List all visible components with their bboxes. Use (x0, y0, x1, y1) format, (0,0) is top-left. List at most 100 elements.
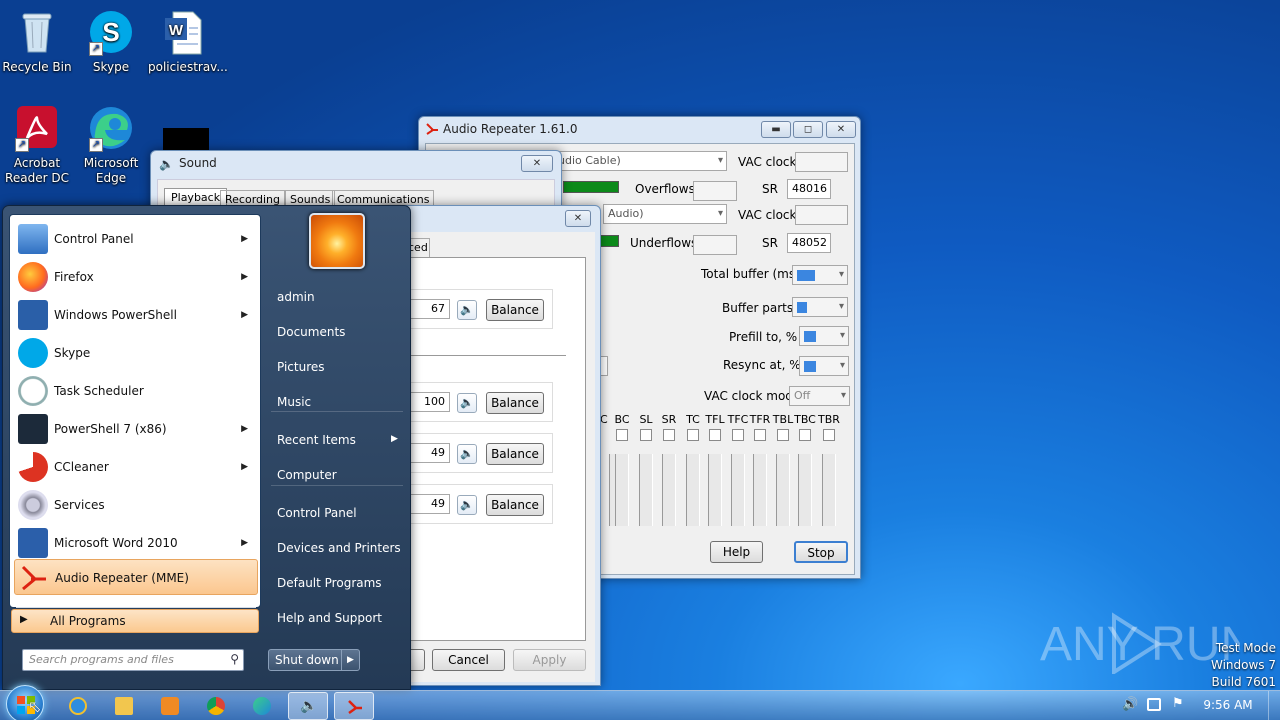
channel-slider[interactable] (822, 454, 836, 526)
maximize-button[interactable]: ◻ (793, 121, 823, 138)
search-box[interactable]: Search programs and files ⚲ (22, 649, 244, 671)
start-menu-place[interactable]: Help and Support (271, 603, 407, 633)
level-value-field[interactable]: 49 (410, 494, 450, 514)
channel-slider[interactable] (798, 454, 812, 526)
taskbar-edge[interactable] (242, 692, 282, 720)
search-input[interactable]: Search programs and files (29, 653, 174, 666)
desktop-icon-acrobat[interactable]: ↗ Acrobat Reader DC (0, 104, 74, 186)
show-desktop-button[interactable] (1268, 691, 1280, 720)
start-menu-place[interactable]: Documents (271, 317, 407, 347)
start-menu-place[interactable]: Default Programs (271, 568, 407, 598)
start-menu-item-label: Skype (54, 346, 91, 360)
mute-speaker-icon[interactable]: 🔈 (457, 393, 477, 413)
channel-slider[interactable] (639, 454, 653, 526)
start-menu-item[interactable]: Firefox ▶ (14, 259, 258, 295)
start-menu-place[interactable]: Control Panel (271, 498, 407, 528)
output-device-select[interactable]: Audio) (603, 204, 727, 224)
clock[interactable]: 9:56 AM (1200, 698, 1256, 712)
channel-checkbox[interactable] (687, 429, 699, 441)
word-icon (18, 528, 48, 558)
start-menu-item-label: Control Panel (54, 232, 134, 246)
input-device-select[interactable]: udio Cable) (553, 151, 727, 171)
help-button[interactable]: Help (710, 541, 763, 563)
prefill-select[interactable] (799, 326, 849, 346)
start-menu-item[interactable]: Skype (14, 335, 258, 371)
cancel-button[interactable]: Cancel (432, 649, 505, 671)
channel-slider[interactable] (686, 454, 700, 526)
start-menu-place[interactable]: Music (271, 387, 407, 417)
resync-label: Resync at, % (723, 358, 801, 372)
stop-button[interactable]: Stop (794, 541, 848, 563)
resync-select[interactable] (799, 356, 849, 376)
start-menu-place[interactable]: Recent Items (271, 425, 407, 455)
network-tray-icon[interactable] (1147, 698, 1161, 711)
channel-checkbox[interactable] (777, 429, 789, 441)
level-value-field[interactable]: 67 (410, 299, 450, 319)
desktop-icon-word-doc[interactable]: W policiestrav... (148, 8, 228, 75)
start-menu-item[interactable]: Task Scheduler (14, 373, 258, 409)
taskbar-audio-repeater[interactable] (334, 692, 374, 720)
search-icon: ⚲ (230, 652, 239, 666)
desktop-icon-label: Skype (92, 60, 130, 74)
desktop-icon-recycle-bin[interactable]: Recycle Bin (0, 8, 74, 75)
all-programs-button[interactable]: ▶ All Programs (11, 609, 259, 633)
channel-checkbox[interactable] (823, 429, 835, 441)
channel-checkbox[interactable] (799, 429, 811, 441)
start-menu-item[interactable]: Services (14, 487, 258, 523)
channel-slider[interactable] (662, 454, 676, 526)
vac-clock-mode-select[interactable]: Off (789, 386, 850, 406)
start-menu-item[interactable]: Windows PowerShell ▶ (14, 297, 258, 333)
buffer-parts-select[interactable] (792, 297, 848, 317)
level-value-field[interactable]: 100 (410, 392, 450, 412)
mute-speaker-icon[interactable]: 🔈 (457, 495, 477, 515)
start-menu-item[interactable]: Microsoft Word 2010 ▶ (14, 525, 258, 561)
channel-slider[interactable] (731, 454, 745, 526)
taskbar-explorer[interactable] (104, 692, 144, 720)
start-menu-place[interactable]: Devices and Printers (271, 533, 407, 563)
start-menu-item[interactable]: Audio Repeater (MME) (14, 559, 258, 595)
ok-button-partial[interactable] (410, 649, 425, 671)
input-level-meter (563, 181, 619, 193)
total-buffer-select[interactable] (792, 265, 848, 285)
close-button[interactable]: ✕ (826, 121, 856, 138)
channel-slider[interactable] (615, 454, 629, 526)
channel-slider[interactable] (708, 454, 722, 526)
balance-button[interactable]: Balance (486, 443, 544, 465)
channel-checkbox[interactable] (709, 429, 721, 441)
desktop-black-icon[interactable] (163, 128, 209, 150)
channel-slider[interactable] (776, 454, 790, 526)
mute-speaker-icon[interactable]: 🔈 (457, 444, 477, 464)
start-menu-item[interactable]: CCleaner ▶ (14, 449, 258, 485)
desktop-icon-edge[interactable]: ↗ Microsoft Edge (74, 104, 148, 186)
channel-checkbox[interactable] (616, 429, 628, 441)
close-button[interactable]: ✕ (565, 210, 591, 227)
volume-tray-icon[interactable]: 🔊 (1122, 697, 1138, 712)
level-value-field[interactable]: 49 (410, 443, 450, 463)
balance-button[interactable]: Balance (486, 494, 544, 516)
taskbar-sound[interactable]: 🔈 (288, 692, 328, 720)
submenu-arrow-icon: ▶ (241, 234, 248, 244)
user-picture[interactable] (309, 213, 365, 269)
minimize-button[interactable]: ▬ (761, 121, 791, 138)
desktop-icon-skype[interactable]: S ↗ Skype (74, 8, 148, 75)
sr-out-label: SR (762, 236, 778, 250)
channel-checkbox[interactable] (640, 429, 652, 441)
channel-checkbox[interactable] (663, 429, 675, 441)
taskbar-chrome[interactable] (196, 692, 236, 720)
start-menu-place[interactable]: admin (271, 282, 407, 312)
channel-checkbox[interactable] (732, 429, 744, 441)
start-menu-item[interactable]: Control Panel ▶ (14, 221, 258, 257)
close-button[interactable]: ✕ (521, 155, 553, 172)
start-menu-item[interactable]: PowerShell 7 (x86) ▶ (14, 411, 258, 447)
start-menu-place[interactable]: Pictures (271, 352, 407, 382)
channel-slider[interactable] (753, 454, 767, 526)
taskbar-ie[interactable] (58, 692, 98, 720)
mute-speaker-icon[interactable]: 🔈 (457, 300, 477, 320)
balance-button[interactable]: Balance (486, 392, 544, 414)
shutdown-options-arrow-icon[interactable]: ▶ (341, 650, 359, 670)
shutdown-button[interactable]: Shut down ▶ (268, 649, 360, 671)
action-center-flag-icon[interactable]: ⚑ (1172, 696, 1184, 711)
taskbar-media-player[interactable] (150, 692, 190, 720)
balance-button[interactable]: Balance (486, 299, 544, 321)
channel-checkbox[interactable] (754, 429, 766, 441)
